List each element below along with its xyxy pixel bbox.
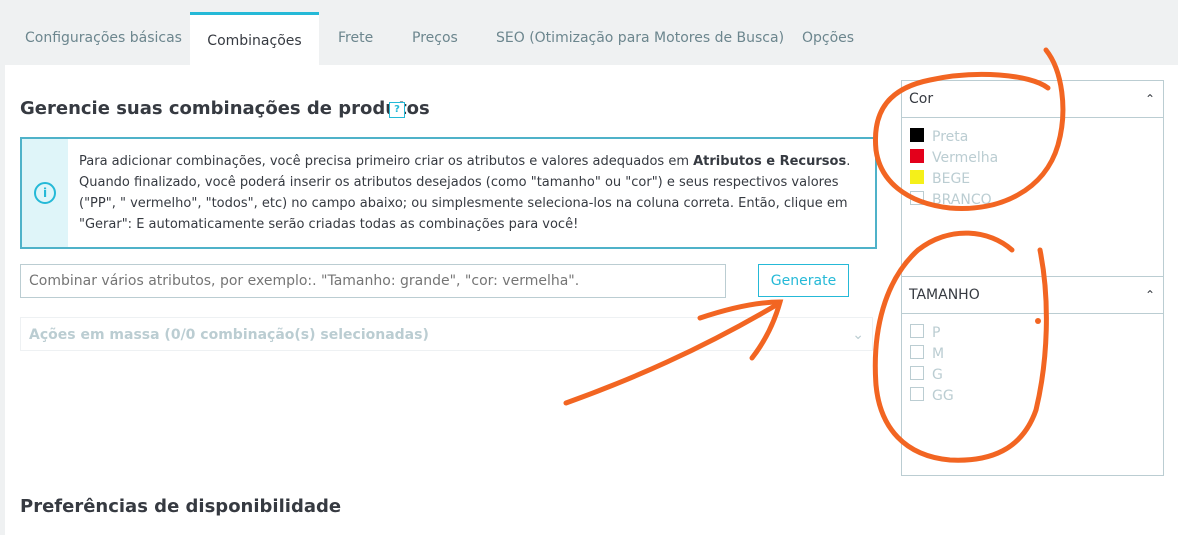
info-icon: i (34, 182, 56, 204)
chevron-down-icon: ⌄ (852, 327, 864, 343)
attribute-value-label: P (932, 325, 941, 341)
tab-seo[interactable]: SEO (Otimização para Motores de Busca) (496, 12, 784, 65)
attribute-value-label: BEGE (932, 171, 971, 187)
checkbox[interactable] (910, 387, 924, 401)
generate-button[interactable]: Generate (758, 264, 849, 297)
tab-shipping[interactable]: Frete (338, 12, 373, 65)
chevron-up-icon[interactable]: ⌃ (1145, 81, 1155, 117)
tab-bar: Configurações básicas Combinações Frete … (5, 12, 1178, 65)
tab-options[interactable]: Opções (802, 12, 854, 65)
color-swatch[interactable] (910, 191, 924, 205)
attribute-group-title: TAMANHO (909, 287, 980, 303)
attribute-value-label: Preta (932, 129, 969, 145)
combine-attributes-input[interactable] (20, 264, 726, 298)
attribute-group-color: Cor ⌃ Preta Vermelha BEGE BRANCO (901, 80, 1164, 277)
attribute-value-item[interactable]: G (902, 364, 1163, 385)
color-swatch[interactable] (910, 128, 924, 142)
checkbox[interactable] (910, 366, 924, 380)
alert-text: Para adicionar combinações, você precisa… (79, 151, 869, 235)
tab-basic-settings[interactable]: Configurações básicas (25, 12, 182, 65)
color-swatch[interactable] (910, 170, 924, 184)
tab-combinations[interactable]: Combinações (190, 12, 319, 65)
attribute-group-header-size[interactable]: TAMANHO ⌃ (902, 277, 1163, 314)
availability-title: Preferências de disponibilidade (20, 496, 342, 517)
tab-pricing[interactable]: Preços (412, 12, 458, 65)
attribute-value-item[interactable]: Preta (902, 126, 1163, 147)
chevron-up-icon[interactable]: ⌃ (1145, 277, 1155, 313)
attribute-group-header-color[interactable]: Cor ⌃ (902, 81, 1163, 118)
attribute-value-label: GG (932, 388, 954, 404)
attribute-value-item[interactable]: GG (902, 385, 1163, 406)
attribute-value-item[interactable]: M (902, 343, 1163, 364)
attribute-value-label: BRANCO (932, 192, 992, 208)
color-swatch[interactable] (910, 149, 924, 163)
help-icon[interactable]: ? (389, 102, 405, 118)
attribute-value-item[interactable]: BRANCO (902, 189, 1163, 210)
attribute-values-size: P M G GG (902, 314, 1163, 406)
attribute-values-color: Preta Vermelha BEGE BRANCO (902, 118, 1163, 210)
attribute-value-label: G (932, 367, 943, 383)
attribute-value-label: Vermelha (932, 150, 999, 166)
attribute-group-title: Cor (909, 91, 934, 107)
attribute-group-size: TAMANHO ⌃ P M G GG (901, 277, 1164, 476)
attributes-features-link[interactable]: Atributos e Recursos (693, 154, 846, 169)
bulk-actions-dropdown[interactable]: Ações em massa (0/0 combinação(s) seleci… (20, 317, 873, 351)
attribute-value-label: M (932, 346, 945, 362)
alert-icon-column: i (22, 139, 68, 247)
checkbox[interactable] (910, 345, 924, 359)
page-title: Gerencie suas combinações de produtos (20, 98, 430, 119)
alert-text-start: Para adicionar combinações, você precisa… (79, 154, 694, 169)
info-alert: i Para adicionar combinações, você preci… (20, 137, 877, 249)
attribute-value-item[interactable]: BEGE (902, 168, 1163, 189)
bulk-actions-label: Ações em massa (0/0 combinação(s) seleci… (29, 327, 429, 343)
checkbox[interactable] (910, 324, 924, 338)
attribute-value-item[interactable]: P (902, 322, 1163, 343)
attribute-value-item[interactable]: Vermelha (902, 147, 1163, 168)
